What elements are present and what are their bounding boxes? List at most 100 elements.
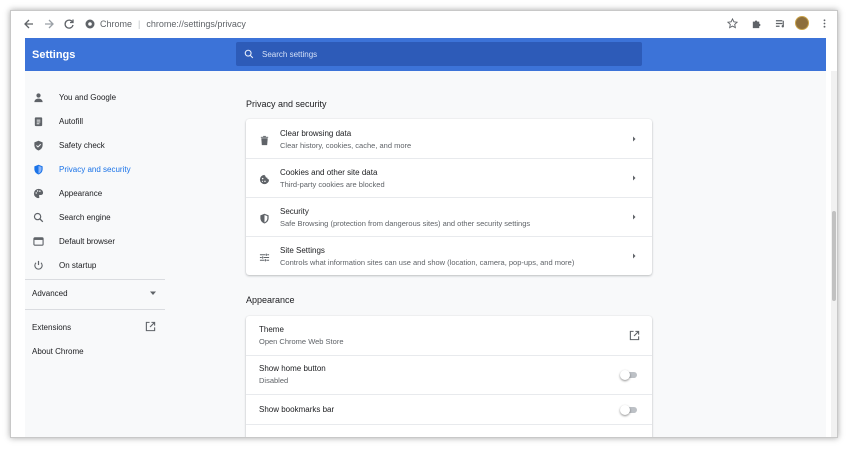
power-icon <box>32 259 44 271</box>
row-text: Show bookmarks bar <box>259 404 334 415</box>
browser-window: Chrome | chrome://settings/privacy Setti… <box>10 10 838 438</box>
address-bar[interactable]: Chrome | chrome://settings/privacy <box>85 14 246 34</box>
row-site-settings[interactable]: Site Settings Controls what information … <box>246 236 652 275</box>
omnibox-divider: | <box>138 19 141 29</box>
settings-header: Settings <box>25 38 826 71</box>
row-show-bookmarks-bar[interactable]: Show bookmarks bar <box>246 394 652 424</box>
privacy-card: Clear browsing data Clear history, cooki… <box>246 119 652 275</box>
row-subtitle: Third-party cookies are blocked <box>280 180 385 189</box>
sidebar-item-about-chrome[interactable]: About Chrome <box>25 341 165 361</box>
row-text: Cookies and other site data Third-party … <box>280 167 385 190</box>
sidebar-item-safety-check[interactable]: Safety check <box>25 134 165 156</box>
row-theme[interactable]: Theme Open Chrome Web Store <box>246 316 652 355</box>
bookmark-star-button[interactable] <box>723 14 741 32</box>
sidebar-item-privacy-and-security[interactable]: Privacy and security <box>25 158 165 180</box>
advanced-label: Advanced <box>32 288 68 298</box>
person-icon <box>32 91 44 103</box>
shield-icon <box>259 211 271 224</box>
row-clear-browsing-data[interactable]: Clear browsing data Clear history, cooki… <box>246 119 652 158</box>
sidebar-item-search-engine[interactable]: Search engine <box>25 206 165 228</box>
page-scrollbar[interactable] <box>831 71 837 437</box>
settings-search[interactable] <box>236 42 642 66</box>
reload-button[interactable] <box>59 14 79 34</box>
sidebar-item-default-browser[interactable]: Default browser <box>25 230 165 252</box>
menu-button[interactable] <box>815 14 833 32</box>
row-divider <box>246 424 652 425</box>
forward-button[interactable] <box>39 14 59 34</box>
chrome-site-icon <box>85 19 95 29</box>
row-title: Show home button <box>259 364 326 373</box>
appearance-card: Theme Open Chrome Web Store Show home bu… <box>246 316 652 437</box>
sidebar-item-label: Privacy and security <box>59 164 131 174</box>
url-text: chrome://settings/privacy <box>146 19 246 29</box>
profile-avatar[interactable] <box>795 16 809 30</box>
row-text: Show home button Disabled <box>259 363 326 386</box>
row-show-home-button[interactable]: Show home button Disabled <box>246 355 652 394</box>
scrollbar-thumb[interactable] <box>832 211 836 301</box>
row-subtitle: Controls what information sites can use … <box>280 258 575 267</box>
row-title: Show bookmarks bar <box>259 405 335 414</box>
chevron-right-icon <box>633 136 636 142</box>
arrow-left-icon <box>24 19 33 29</box>
extensions-label: Extensions <box>32 322 72 332</box>
home-button-toggle[interactable] <box>620 370 638 380</box>
toolbar-actions <box>723 14 833 32</box>
back-button[interactable] <box>19 14 39 34</box>
sidebar-advanced-toggle[interactable]: Advanced <box>25 283 165 303</box>
star-icon <box>726 17 738 29</box>
caret-down-icon <box>150 291 156 295</box>
toggle-knob <box>620 405 630 415</box>
row-subtitle: Open Chrome Web Store <box>259 337 344 346</box>
row-title: Cookies and other site data <box>280 168 378 177</box>
appearance-section-title: Appearance <box>246 295 295 305</box>
arrow-right-icon <box>45 19 54 29</box>
browser-icon <box>32 235 44 247</box>
sidebar-item-you-and-google[interactable]: You and Google <box>25 86 165 108</box>
cookie-icon <box>259 172 271 185</box>
about-chrome-label: About Chrome <box>32 346 84 356</box>
row-title: Theme <box>259 325 284 334</box>
settings-sidebar: You and Google Autofill Safety check Pri… <box>25 71 165 437</box>
sidebar-item-label: Appearance <box>59 188 103 198</box>
toggle-knob <box>620 370 630 380</box>
sidebar-item-label: Search engine <box>59 212 111 222</box>
clipboard-icon <box>32 115 44 127</box>
open-in-new-icon[interactable] <box>629 330 640 341</box>
sidebar-item-autofill[interactable]: Autofill <box>25 110 165 132</box>
queue-music-icon <box>775 19 784 27</box>
more-vert-icon <box>823 18 825 28</box>
site-label: Chrome <box>100 19 133 29</box>
sidebar-divider <box>25 279 165 280</box>
row-title: Clear browsing data <box>280 129 352 138</box>
sidebar-item-extensions[interactable]: Extensions <box>25 317 165 337</box>
browser-toolbar: Chrome | chrome://settings/privacy <box>11 11 837 37</box>
row-text: Clear browsing data Clear history, cooki… <box>280 128 411 151</box>
shield-icon <box>32 163 44 175</box>
chevron-right-icon <box>633 214 636 220</box>
row-cookies[interactable]: Cookies and other site data Third-party … <box>246 158 652 197</box>
row-security[interactable]: Security Safe Browsing (protection from … <box>246 197 652 236</box>
open-in-new-icon <box>145 321 156 332</box>
sidebar-item-on-startup[interactable]: On startup <box>25 254 165 276</box>
bookmarks-bar-toggle[interactable] <box>620 405 638 415</box>
sidebar-item-label: On startup <box>59 260 97 270</box>
puzzle-icon <box>752 19 760 28</box>
row-subtitle: Disabled <box>259 376 289 385</box>
settings-content: You and Google Autofill Safety check Pri… <box>25 71 826 437</box>
search-icon <box>32 211 44 223</box>
sidebar-item-label: You and Google <box>59 92 117 102</box>
row-title: Site Settings <box>280 246 325 255</box>
palette-icon <box>32 187 44 199</box>
shield-check-icon <box>32 139 44 151</box>
extensions-button[interactable] <box>747 14 765 32</box>
sidebar-item-label: Safety check <box>59 140 105 150</box>
sidebar-item-label: Autofill <box>59 116 84 126</box>
row-text: Security Safe Browsing (protection from … <box>280 206 530 229</box>
sidebar-item-appearance[interactable]: Appearance <box>25 182 165 204</box>
sidebar-item-label: Default browser <box>59 236 116 246</box>
search-input[interactable] <box>262 49 622 59</box>
chevron-right-icon <box>633 175 636 181</box>
page-title: Settings <box>32 48 76 61</box>
media-queue-button[interactable] <box>771 14 789 32</box>
sidebar-divider <box>25 309 165 310</box>
